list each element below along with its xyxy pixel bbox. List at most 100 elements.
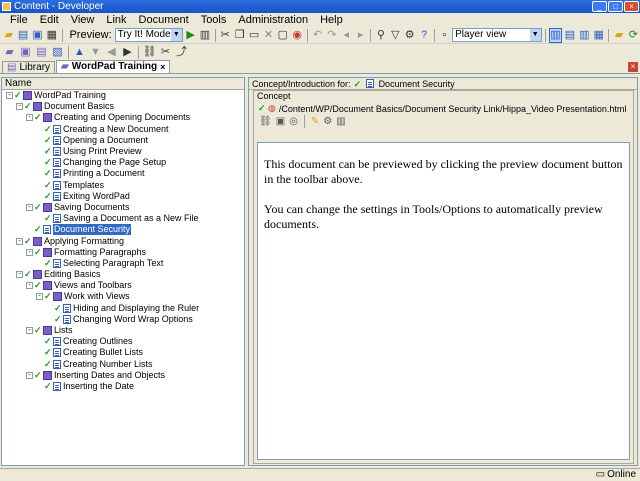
close-button[interactable]: × [624, 1, 639, 12]
move-right-icon[interactable]: ▸ [354, 28, 367, 43]
collapse-toggle-icon[interactable]: - [36, 293, 43, 301]
link-icon[interactable]: ⛓ [259, 116, 272, 127]
save-icon[interactable]: ▣ [276, 116, 285, 127]
tree-item[interactable]: - ✓ Inserting Dates and Objects [2, 370, 244, 381]
collapse-toggle-icon[interactable]: - [16, 103, 23, 111]
concept-header-prefix: Concept/Introduction for: [252, 78, 351, 89]
paste-icon[interactable]: ▭ [247, 28, 260, 43]
tree-item[interactable]: ✓ Creating Outlines [2, 336, 244, 347]
layout-columns-icon[interactable]: ▥ [578, 28, 591, 43]
unlink-icon[interactable]: ✂ [158, 45, 173, 60]
move-left-icon[interactable]: ◂ [340, 28, 353, 43]
indent-icon[interactable]: ◀ [104, 45, 119, 60]
layout-single-icon[interactable]: ▥ [548, 27, 563, 43]
properties-icon[interactable]: ▦ [45, 28, 58, 43]
menu-help[interactable]: Help [314, 13, 349, 27]
collapse-toggle-icon[interactable]: - [26, 114, 33, 122]
cut-icon[interactable]: ✂ [219, 28, 232, 43]
move-down-icon[interactable]: ▼ [88, 45, 103, 60]
layout-rows-icon[interactable]: ▦ [592, 28, 605, 43]
new-book-icon[interactable]: ▰ [2, 45, 17, 60]
layout-split-icon[interactable]: ▤ [563, 28, 576, 43]
tree-item[interactable]: ✓ Changing the Page Setup [2, 157, 244, 168]
tree-item[interactable]: ✓ Saving a Document as a New File [2, 213, 244, 224]
close-tab-icon[interactable]: × [160, 61, 165, 73]
close-panel-icon[interactable]: × [628, 62, 638, 72]
column-header-name[interactable]: Name [2, 78, 244, 90]
collapse-toggle-icon[interactable]: - [16, 271, 23, 279]
tree-item[interactable]: ✓ Hiding and Displaying the Ruler [2, 303, 244, 314]
tab-library[interactable]: ▤ Library [2, 61, 56, 73]
collapse-toggle-icon[interactable]: - [6, 92, 13, 100]
menu-file[interactable]: File [4, 13, 34, 27]
copy-icon[interactable]: ❐ [233, 28, 246, 43]
tree-item[interactable]: ✓ Exiting WordPad [2, 191, 244, 202]
filter-icon[interactable]: ▽ [389, 28, 402, 43]
tree-item[interactable]: - ✓ Work with Views [2, 291, 244, 302]
link-icon[interactable]: ⛓ [142, 45, 157, 60]
move-up-icon[interactable]: ▲ [72, 45, 87, 60]
tree-item[interactable]: ✓ Creating Number Lists [2, 359, 244, 370]
tree-item[interactable]: ✓ Opening a Document [2, 135, 244, 146]
rename-icon[interactable]: ▢ [276, 28, 289, 43]
maximize-button[interactable]: □ [608, 1, 623, 12]
tree-item[interactable]: - ✓ Saving Documents [2, 202, 244, 213]
edit-pencil-icon[interactable]: ✎ [311, 116, 319, 127]
minimize-button[interactable]: _ [592, 1, 607, 12]
redo-icon[interactable]: ↷ [325, 28, 338, 43]
tree-item[interactable]: - ✓ Applying Formatting [2, 235, 244, 246]
find-icon[interactable]: ◉ [291, 28, 304, 43]
save-icon[interactable]: ▣ [31, 28, 44, 43]
new-icon[interactable]: ▤ [16, 28, 29, 43]
open-folder-icon[interactable]: ▰ [2, 28, 15, 43]
tree-item[interactable]: - ✓ Document Basics [2, 101, 244, 112]
tree-item[interactable]: ✓ Creating a New Document [2, 124, 244, 135]
collapse-toggle-icon[interactable]: - [26, 282, 33, 290]
tree-item[interactable]: - ✓ Editing Basics [2, 269, 244, 280]
delete-icon[interactable]: ✕ [262, 28, 275, 43]
tree-item[interactable]: ✓ Inserting the Date [2, 381, 244, 392]
tree-item[interactable]: - ✓ WordPad Training [2, 90, 244, 101]
help-icon[interactable]: ? [417, 28, 430, 43]
menu-document[interactable]: Document [133, 13, 195, 27]
undo-icon[interactable]: ↶ [311, 28, 324, 43]
settings-icon[interactable]: ⚙ [403, 28, 416, 43]
tree-item[interactable]: ✓ Printing a Document [2, 168, 244, 179]
collapse-toggle-icon[interactable]: - [26, 203, 33, 211]
new-section-icon[interactable]: ▣ [18, 45, 33, 60]
refresh-icon[interactable]: ⟳ [627, 28, 640, 43]
menu-view[interactable]: View [65, 13, 101, 27]
outdent-icon[interactable]: ▶ [120, 45, 135, 60]
tree-item[interactable]: - ✓ Creating and Opening Documents [2, 112, 244, 123]
tree-item[interactable]: - ✓ Formatting Paragraphs [2, 247, 244, 258]
tree-item[interactable]: - ✓ Lists [2, 325, 244, 336]
collapse-toggle-icon[interactable]: - [26, 327, 33, 335]
tree-item[interactable]: ✓ Changing Word Wrap Options [2, 314, 244, 325]
preview-icon[interactable]: ▥ [198, 28, 211, 43]
menu-administration[interactable]: Administration [232, 13, 314, 27]
collapse-toggle-icon[interactable]: - [16, 237, 23, 245]
preview-mode-select[interactable]: Try It! Mode ▼ [114, 28, 183, 42]
new-document-icon[interactable]: ▧ [50, 45, 65, 60]
menu-tools[interactable]: Tools [195, 13, 233, 27]
binoculars-icon[interactable]: ⚲ [374, 28, 387, 43]
tree-item[interactable]: ✓ Templates [2, 180, 244, 191]
preview-icon[interactable]: ▥ [336, 116, 345, 127]
menu-edit[interactable]: Edit [34, 13, 65, 27]
tab-wordpad-training[interactable]: ▰ WordPad Training × [56, 60, 171, 73]
tree-item[interactable]: ✓ Document Security [2, 224, 244, 236]
menu-link[interactable]: Link [100, 13, 132, 27]
properties-icon[interactable]: ⚙ [323, 116, 332, 127]
tree-item[interactable]: - ✓ Views and Toolbars [2, 280, 244, 291]
player-view-select[interactable]: Player view ▼ [452, 28, 542, 42]
collapse-toggle-icon[interactable]: - [26, 371, 33, 379]
tree-item[interactable]: ✓ Selecting Paragraph Text [2, 258, 244, 269]
tree-item[interactable]: ✓ Creating Bullet Lists [2, 347, 244, 358]
new-topic-icon[interactable]: ▤ [34, 45, 49, 60]
tree-item[interactable]: ✓ Using Print Preview [2, 146, 244, 157]
publish-icon[interactable]: ▰ [612, 28, 625, 43]
collapse-toggle-icon[interactable]: - [26, 248, 33, 256]
remove-icon[interactable]: ◎ [289, 116, 298, 127]
go-icon[interactable]: ▶ [184, 28, 197, 43]
relink-icon[interactable]: ⤴ [174, 45, 189, 60]
